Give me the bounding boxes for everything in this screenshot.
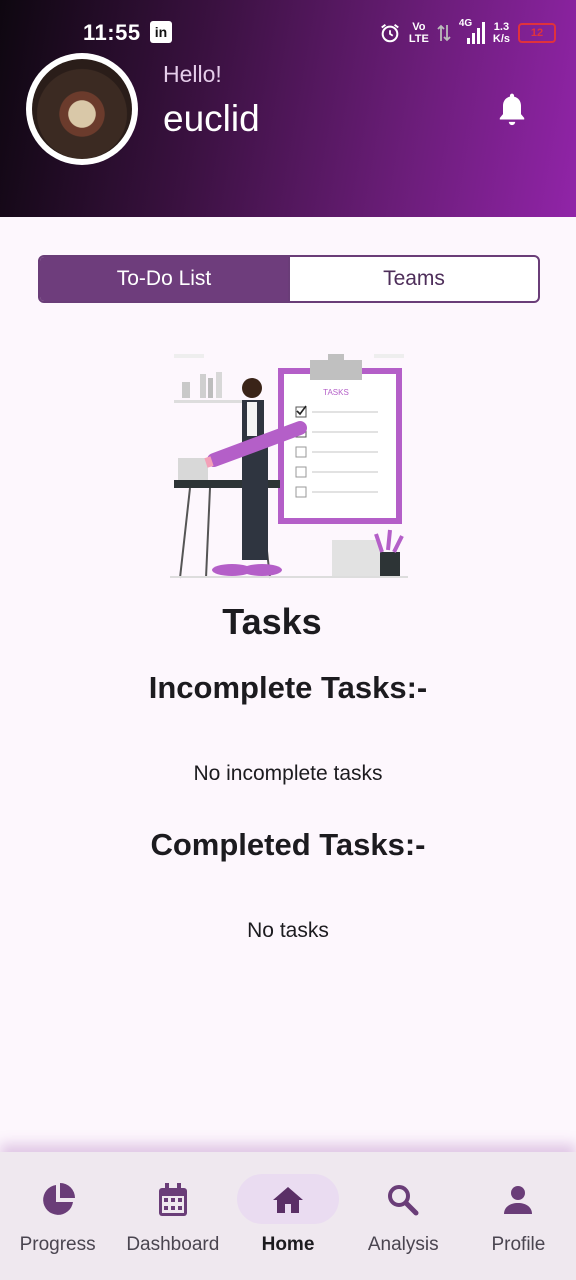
nav-label-profile: Profile	[491, 1234, 546, 1255]
completed-empty-message: No tasks	[247, 919, 329, 942]
calendar-icon	[155, 1182, 191, 1218]
greeting-text: Hello!	[163, 61, 222, 87]
completed-tasks-heading: Completed Tasks:-	[150, 827, 426, 862]
nav-item-progress[interactable]: Progress	[0, 1152, 115, 1280]
network-speed: 1.3 K/s	[492, 21, 510, 45]
incomplete-tasks-heading: Incomplete Tasks:-	[148, 670, 428, 705]
tab-teams[interactable]: Teams	[288, 257, 538, 301]
battery-icon: 12	[518, 23, 556, 43]
tasks-illustration: TASKS	[170, 354, 408, 579]
bottom-navigation: Progress Dashboard Home Analysis Profile	[0, 1152, 576, 1280]
view-toggle: To-Do List Teams	[38, 255, 540, 303]
clipboard-title: TASKS	[323, 388, 349, 397]
nav-label-analysis: Analysis	[367, 1234, 439, 1255]
data-arrows-icon	[437, 24, 451, 42]
username-text: euclid	[163, 98, 260, 139]
app-header: 11:55 in Vo LTE 4G 1.3 K/s 12 Hello! euc…	[0, 0, 576, 217]
volte-indicator: Vo LTE	[408, 21, 429, 45]
avatar-photo	[32, 59, 132, 159]
tab-todo-list[interactable]: To-Do List	[40, 257, 288, 301]
incomplete-empty-message: No incomplete tasks	[193, 762, 383, 785]
pie-chart-icon	[40, 1182, 76, 1218]
notification-bell-icon[interactable]	[496, 91, 528, 127]
status-icons: Vo LTE 4G 1.3 K/s 12	[379, 18, 556, 48]
search-icon	[385, 1182, 421, 1218]
nav-label-progress: Progress	[19, 1234, 96, 1255]
alarm-icon	[381, 23, 399, 43]
nav-item-dashboard[interactable]: Dashboard	[115, 1152, 230, 1280]
home-icon	[270, 1182, 306, 1218]
nav-item-home[interactable]: Home	[230, 1152, 345, 1280]
nav-item-analysis[interactable]: Analysis	[346, 1152, 461, 1280]
nav-label-dashboard: Dashboard	[126, 1234, 220, 1255]
status-time: 11:55	[83, 20, 141, 45]
nav-item-profile[interactable]: Profile	[461, 1152, 576, 1280]
page-title: Tasks	[222, 601, 322, 642]
nav-label-home: Home	[261, 1234, 315, 1255]
signal-icon	[466, 22, 485, 44]
person-icon	[500, 1182, 536, 1218]
avatar[interactable]	[26, 53, 138, 165]
signal-strength: 4G	[459, 18, 485, 46]
linkedin-notification-icon: in	[150, 21, 172, 43]
